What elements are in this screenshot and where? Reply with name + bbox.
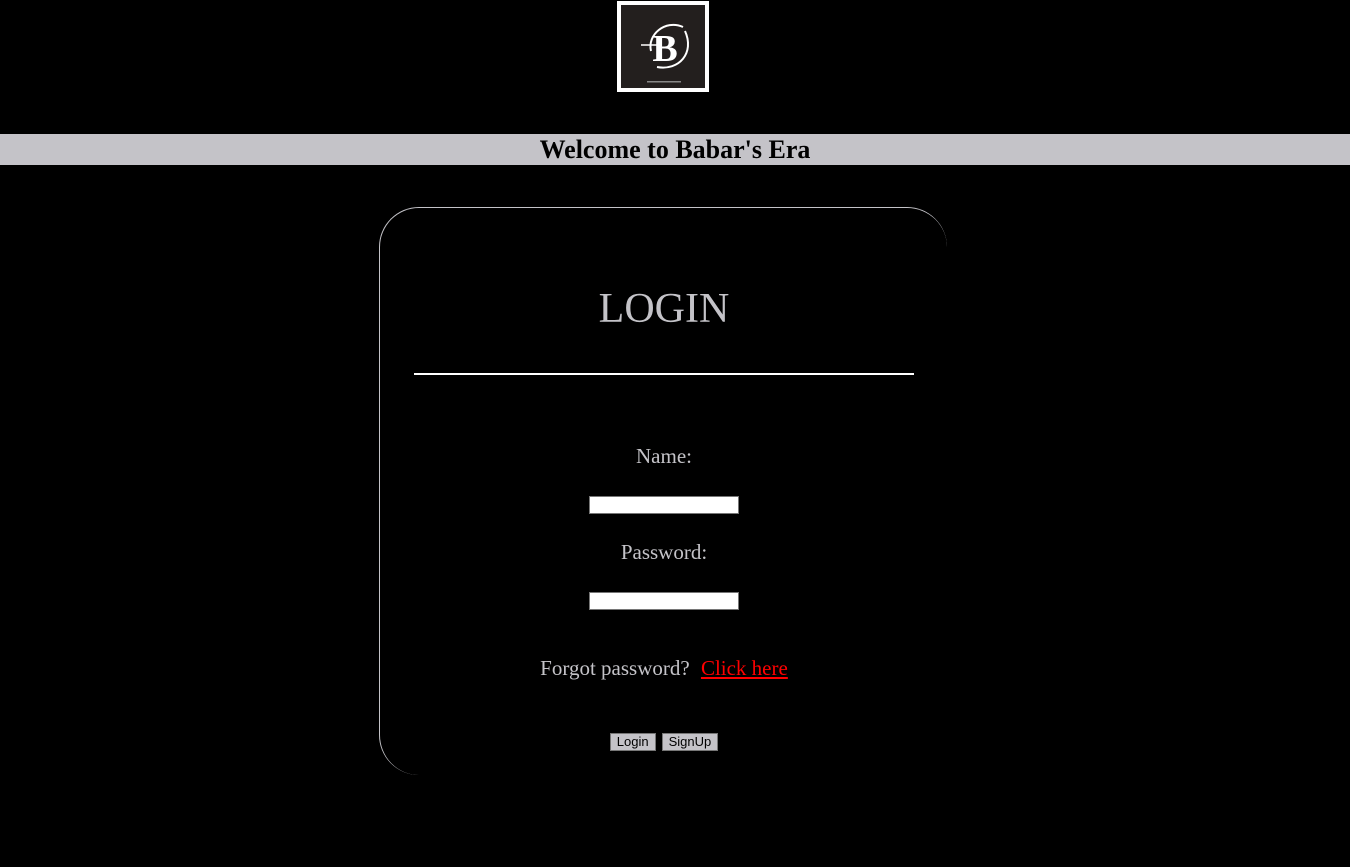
- login-card: LOGIN Name: Password: Forgot password? C…: [379, 207, 947, 775]
- babar-logo-icon: B: [621, 5, 705, 88]
- forgot-password-text: Forgot password?: [540, 656, 690, 680]
- password-input[interactable]: [589, 592, 739, 610]
- login-button[interactable]: Login: [609, 733, 656, 751]
- signup-button[interactable]: SignUp: [661, 733, 719, 751]
- welcome-banner: Welcome to Babar's Era: [0, 134, 1350, 165]
- title-divider: [414, 373, 914, 375]
- logo-letter: B: [652, 28, 677, 70]
- button-row: Login SignUp: [380, 733, 948, 751]
- name-label: Name:: [636, 444, 692, 468]
- name-input[interactable]: [589, 496, 739, 514]
- password-label: Password:: [620, 540, 708, 564]
- forgot-password-link[interactable]: Click here: [701, 656, 788, 680]
- forgot-password-row: Forgot password? Click here: [380, 656, 948, 680]
- site-logo: B: [617, 1, 709, 92]
- login-title: LOGIN: [598, 286, 730, 332]
